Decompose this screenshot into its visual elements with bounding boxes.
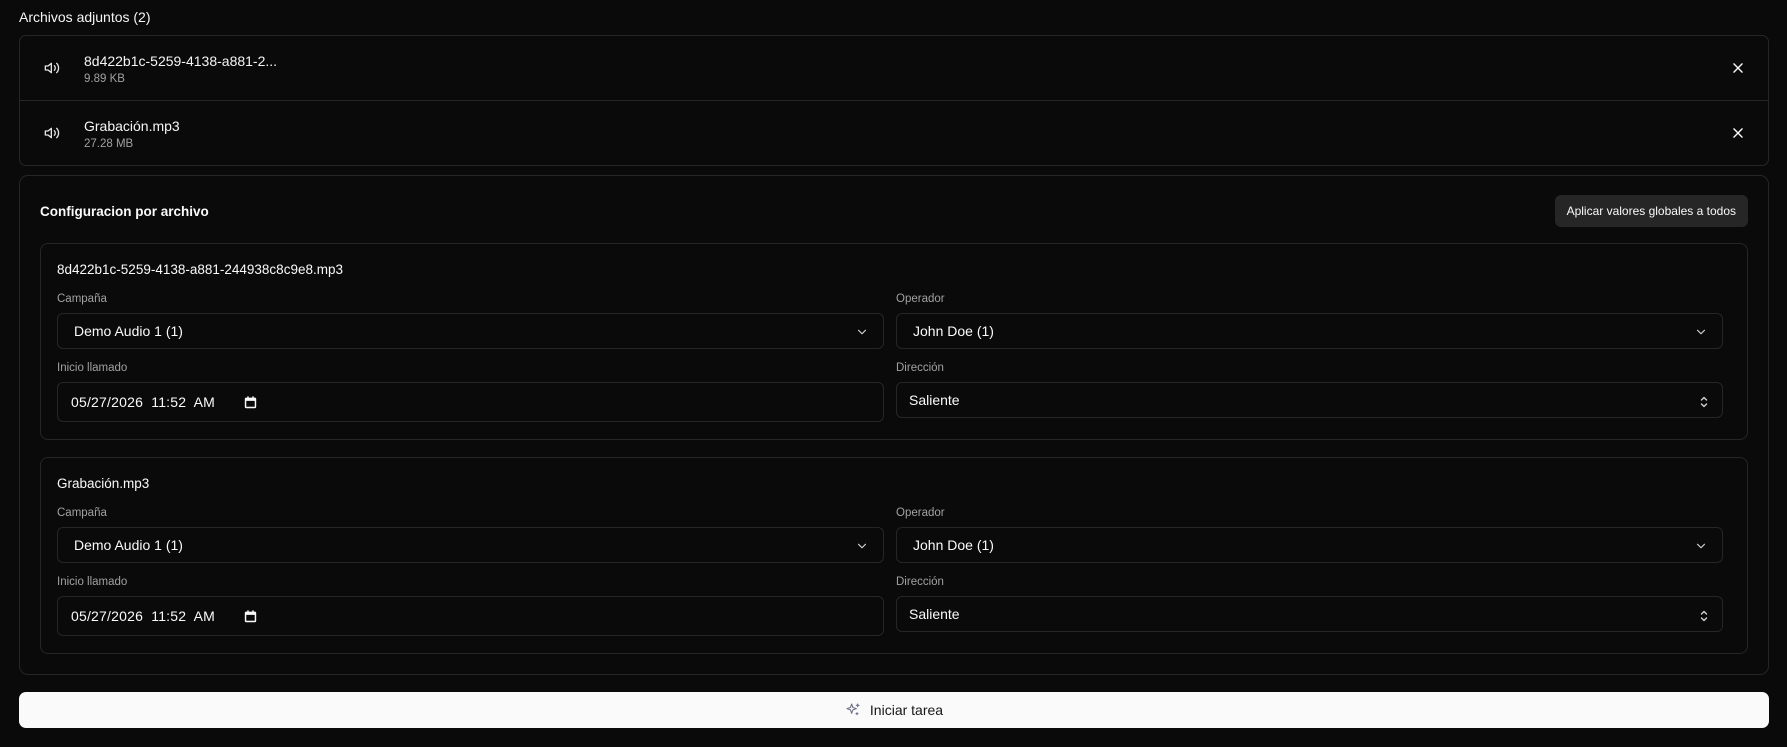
operator-label: Operador xyxy=(896,507,945,519)
sparkles-icon xyxy=(846,703,860,716)
chevron-down-icon xyxy=(857,329,867,335)
call-start-value: 05/27/2026 11:52 AM xyxy=(71,394,216,410)
call-start-datetime-input[interactable]: 05/27/2026 11:52 AM xyxy=(57,596,884,636)
operator-label: Operador xyxy=(896,293,945,305)
attachments-list: 8d422b1c-5259-4138-a881-2... 9.89 KB Gra… xyxy=(19,35,1769,166)
file-config-card: 8d422b1c-5259-4138-a881-244938c8c9e8.mp3… xyxy=(40,243,1748,440)
speaker-icon xyxy=(44,62,60,74)
apply-global-values-button[interactable]: Aplicar valores globales a todos xyxy=(1554,195,1748,227)
chevron-down-icon xyxy=(1696,543,1706,549)
config-title: Configuracion por archivo xyxy=(40,204,209,219)
remove-attachment-button[interactable] xyxy=(1728,58,1748,78)
call-start-label: Inicio llamado xyxy=(57,362,128,374)
operator-value: John Doe (1) xyxy=(913,537,994,553)
operator-value: John Doe (1) xyxy=(913,323,994,339)
calendar-icon[interactable] xyxy=(244,610,257,623)
remove-attachment-button[interactable] xyxy=(1728,123,1748,143)
campaign-value: Demo Audio 1 (1) xyxy=(74,537,183,553)
direction-value: Saliente xyxy=(909,606,960,622)
calendar-icon[interactable] xyxy=(244,396,257,409)
operator-select[interactable]: John Doe (1) xyxy=(896,313,1723,349)
attachment-filename: 8d422b1c-5259-4138-a881-2... xyxy=(84,53,278,69)
attachment-filesize: 27.28 MB xyxy=(84,138,134,150)
campaign-select[interactable]: Demo Audio 1 (1) xyxy=(57,527,884,563)
file-config-name: 8d422b1c-5259-4138-a881-244938c8c9e8.mp3 xyxy=(57,262,343,277)
call-start-value: 05/27/2026 11:52 AM xyxy=(71,608,216,624)
campaign-select[interactable]: Demo Audio 1 (1) xyxy=(57,313,884,349)
per-file-config-panel: Configuracion por archivo Aplicar valore… xyxy=(19,175,1769,675)
attachments-title: Archivos adjuntos (2) xyxy=(19,9,151,25)
chevron-updown-icon xyxy=(1700,610,1708,622)
start-task-button[interactable]: Iniciar tarea xyxy=(19,692,1769,728)
direction-value: Saliente xyxy=(909,392,960,408)
campaign-label: Campaña xyxy=(57,293,107,305)
direction-label: Dirección xyxy=(896,576,944,588)
upload-config-page: Archivos adjuntos (2) 8d422b1c-5259-4138… xyxy=(0,0,1787,747)
speaker-icon xyxy=(44,127,60,139)
attachment-item: Grabación.mp3 27.28 MB xyxy=(20,101,1768,165)
chevron-updown-icon xyxy=(1700,396,1708,408)
operator-select[interactable]: John Doe (1) xyxy=(896,527,1723,563)
campaign-value: Demo Audio 1 (1) xyxy=(74,323,183,339)
call-start-datetime-input[interactable]: 05/27/2026 11:52 AM xyxy=(57,382,884,422)
close-icon xyxy=(1733,63,1743,73)
attachment-filesize: 9.89 KB xyxy=(84,73,125,85)
campaign-label: Campaña xyxy=(57,507,107,519)
attachment-filename: Grabación.mp3 xyxy=(84,118,180,134)
close-icon xyxy=(1733,128,1743,138)
attachment-item: 8d422b1c-5259-4138-a881-2... 9.89 KB xyxy=(20,36,1768,101)
start-task-label: Iniciar tarea xyxy=(869,702,944,718)
call-start-label: Inicio llamado xyxy=(57,576,128,588)
chevron-down-icon xyxy=(857,543,867,549)
chevron-down-icon xyxy=(1696,329,1706,335)
direction-select[interactable]: Saliente xyxy=(896,382,1723,418)
direction-select[interactable]: Saliente xyxy=(896,596,1723,632)
file-config-name: Grabación.mp3 xyxy=(57,476,150,491)
file-config-card: Grabación.mp3 Campaña Demo Audio 1 (1) O… xyxy=(40,457,1748,654)
direction-label: Dirección xyxy=(896,362,944,374)
